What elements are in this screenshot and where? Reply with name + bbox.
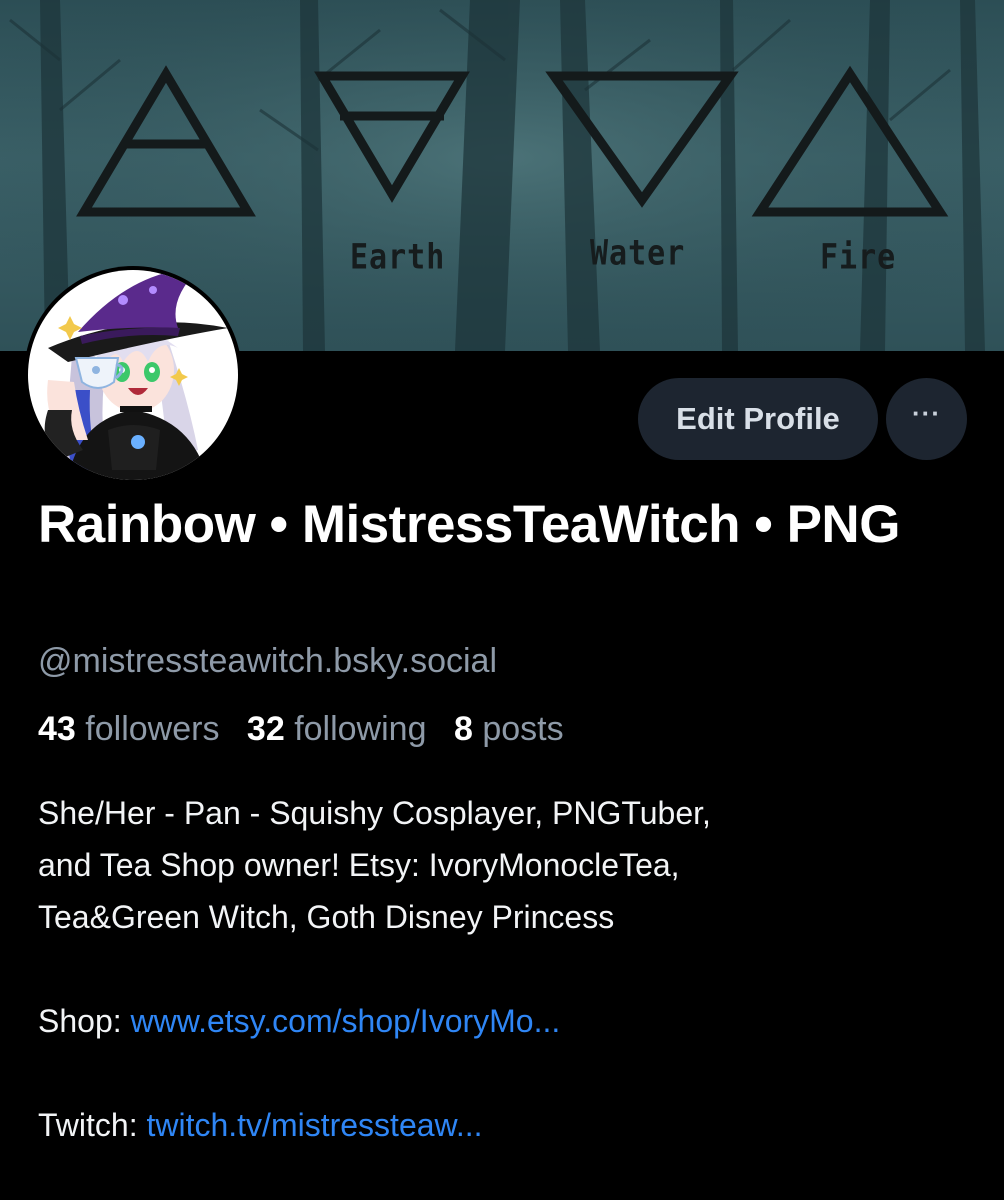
profile-bio: She/Her - Pan - Squishy Cosplayer, PNGTu… — [38, 787, 968, 1151]
witch-avatar-icon — [28, 270, 238, 480]
followers-label: followers — [85, 710, 220, 748]
following-count: 32 — [246, 710, 285, 748]
shop-link[interactable]: www.etsy.com/shop/IvoryMo... — [131, 1003, 561, 1039]
bio-twitch-line: Twitch: twitch.tv/mistressteaw... — [38, 1099, 968, 1151]
bio-shop-line: Shop: www.etsy.com/shop/IvoryMo... — [38, 995, 968, 1047]
profile-page: Earth Water Fire Edit Profile ··· Rainbo… — [0, 0, 1004, 1200]
earth-label: Earth — [350, 237, 446, 278]
shop-label: Shop: — [38, 1003, 131, 1039]
twitch-link[interactable]: twitch.tv/mistressteaw... — [146, 1107, 482, 1143]
posts-stat: 8 posts — [454, 710, 564, 748]
posts-label: posts — [482, 710, 564, 748]
bio-line-1: She/Her - Pan - Squishy Cosplayer, PNGTu… — [38, 795, 711, 831]
bio-line-2: and Tea Shop owner! Etsy: IvoryMonocleTe… — [38, 847, 680, 883]
followers-stat[interactable]: 43 followers — [38, 710, 219, 748]
following-stat[interactable]: 32 following — [247, 710, 427, 748]
bio-spacer — [38, 943, 968, 995]
bio-line-3: Tea&Green Witch, Goth Disney Princess — [38, 899, 615, 935]
edit-profile-button[interactable]: Edit Profile — [638, 378, 878, 460]
posts-count: 8 — [453, 710, 473, 748]
fire-label: Fire — [820, 237, 897, 278]
bio-spacer — [38, 1047, 968, 1099]
avatar[interactable] — [24, 266, 242, 484]
ellipsis-icon: ··· — [912, 398, 941, 428]
display-name: Rainbow • MistressTeaWitch • PNG — [38, 495, 900, 554]
followers-count: 43 — [38, 710, 76, 748]
profile-stats: 43 followers 32 following 8 posts — [38, 710, 582, 749]
user-handle: @mistressteawitch.bsky.social — [38, 642, 497, 680]
twitch-label: Twitch: — [38, 1107, 147, 1143]
more-options-button[interactable]: ··· — [886, 378, 967, 460]
water-label: Water — [590, 233, 686, 274]
following-label: following — [294, 710, 427, 748]
